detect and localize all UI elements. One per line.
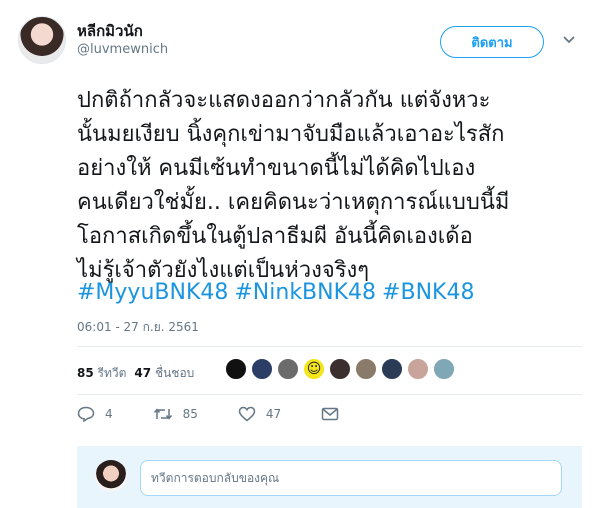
like-stat[interactable]: 47 ชื่นชอบ	[134, 364, 194, 383]
divider	[77, 394, 582, 395]
chevron-down-icon[interactable]	[562, 33, 576, 47]
reply-icon	[77, 406, 95, 422]
liker-avatar-1[interactable]	[225, 358, 247, 380]
author-display-name[interactable]: หลีกมิวนัก	[77, 19, 143, 43]
retweet-action[interactable]: 85	[153, 406, 198, 422]
follow-button[interactable]: ติดตาม	[440, 26, 544, 58]
liker-avatar-smiley[interactable]: ☺	[303, 358, 325, 380]
retweet-stat-count: 85	[77, 366, 94, 380]
liker-avatar-6[interactable]	[355, 358, 377, 380]
liker-avatar-7[interactable]	[381, 358, 403, 380]
like-action[interactable]: 47	[238, 406, 281, 422]
author-handle[interactable]: @luvmewnich	[77, 42, 168, 57]
tweet-stats: 85 รีทวีต 47 ชื่นชอบ	[77, 364, 194, 383]
hashtag-link[interactable]: #NinkBNK48	[234, 280, 376, 305]
like-count: 47	[265, 407, 282, 421]
envelope-icon	[321, 407, 339, 421]
liker-avatar-2[interactable]	[251, 358, 273, 380]
tweet-text: ปกติถ้ากลัวจะแสดงออกว่ากลัวกัน แต่จังหวะ…	[77, 88, 510, 283]
liker-avatars: ☺	[225, 358, 455, 380]
current-user-avatar	[95, 460, 127, 492]
tweet-hashtags: #MyyuBNK48 #NinkBNK48 #BNK48	[77, 276, 480, 310]
tweet-timestamp[interactable]: 06:01 - 27 ก.ย. 2561	[77, 318, 199, 337]
reply-input[interactable]: ทวีตการตอบกลับของคุณ	[140, 460, 562, 496]
like-stat-label: ชื่นชอบ	[154, 366, 195, 380]
reply-action[interactable]: 4	[77, 406, 113, 422]
tweet-actions: 4 85 47	[77, 406, 379, 422]
direct-message-action[interactable]	[321, 406, 339, 422]
liker-avatar-9[interactable]	[433, 358, 455, 380]
retweet-count: 85	[182, 407, 198, 421]
hashtag-link[interactable]: #MyyuBNK48	[77, 280, 228, 305]
hashtag-link[interactable]: #BNK48	[382, 280, 474, 305]
retweet-icon	[153, 408, 172, 420]
author-avatar[interactable]	[18, 16, 66, 64]
liker-avatar-8[interactable]	[407, 358, 429, 380]
divider	[77, 346, 582, 347]
like-stat-count: 47	[134, 366, 152, 380]
heart-icon	[238, 406, 256, 422]
liker-avatar-5[interactable]	[329, 358, 351, 380]
reply-count: 4	[105, 407, 113, 421]
liker-avatar-3[interactable]	[277, 358, 299, 380]
retweet-stat[interactable]: 85 รีทวีต	[77, 364, 126, 383]
retweet-stat-label: รีทวีต	[97, 366, 127, 380]
